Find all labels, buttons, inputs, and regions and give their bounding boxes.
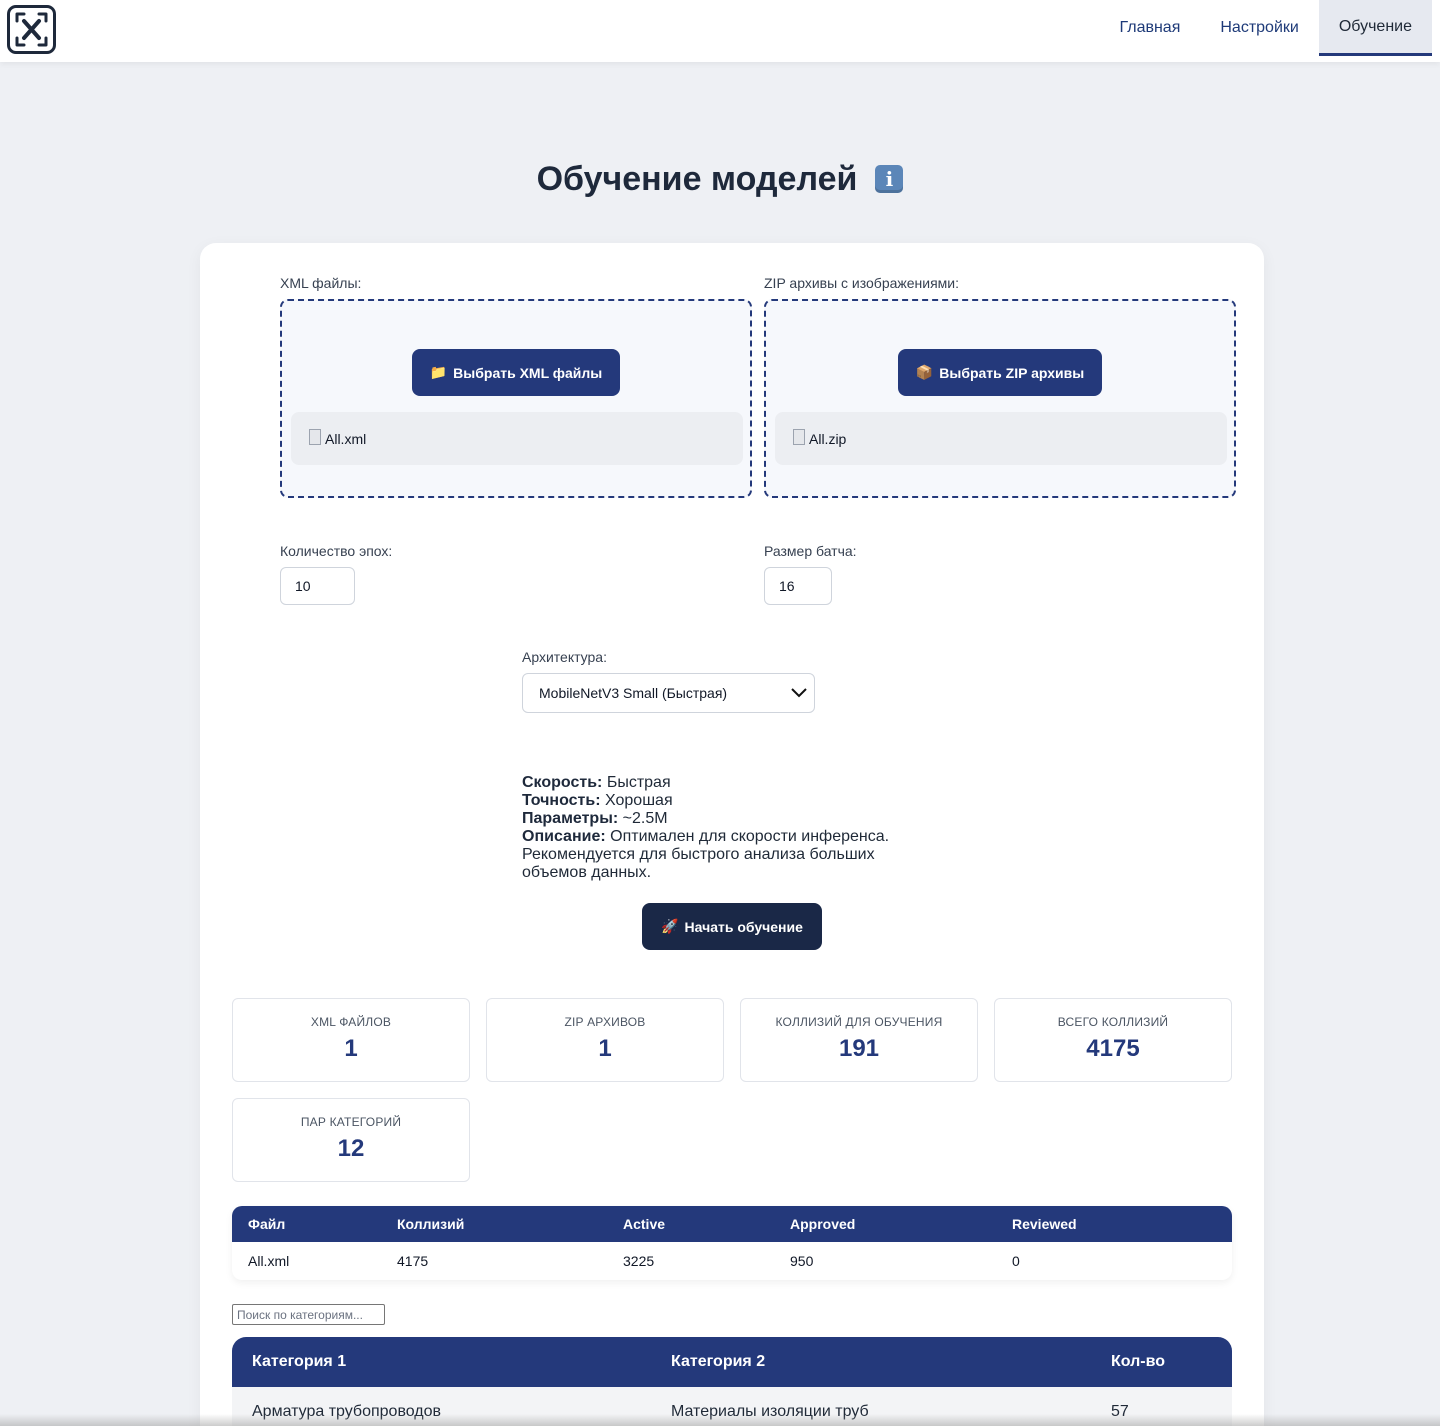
table-row: All.xml 4175 3225 950 0 xyxy=(232,1242,1232,1280)
choose-xml-button[interactable]: 📁 Выбрать XML файлы xyxy=(412,349,620,396)
column-header-file: Файл xyxy=(248,1216,286,1232)
stat-xml-files: XML ФАЙЛОВ 1 xyxy=(232,998,470,1082)
document-icon xyxy=(793,428,805,445)
nav-settings[interactable]: Настройки xyxy=(1200,0,1318,56)
stat-category-pairs: ПАР КАТЕГОРИЙ 12 xyxy=(232,1098,470,1182)
accuracy-value: Хорошая xyxy=(605,792,673,809)
speed-value: Быстрая xyxy=(606,774,671,791)
xml-file-item: All.xml xyxy=(291,412,743,465)
cell-approved: 950 xyxy=(790,1253,814,1269)
stat-label: ZIP АРХИВОВ xyxy=(564,1015,646,1029)
nav-training[interactable]: Обучение xyxy=(1318,0,1432,56)
file-table-header: Файл Коллизий Active Approved Reviewed xyxy=(232,1206,1232,1242)
xml-file-name: All.xml xyxy=(325,430,367,447)
xml-dropzone[interactable]: 📁 Выбрать XML файлы All.xml xyxy=(280,299,752,498)
batch-size-input[interactable]: 16 xyxy=(764,567,832,605)
cell-file: All.xml xyxy=(248,1253,290,1269)
chevron-down-icon xyxy=(791,688,807,698)
cell-collisions: 4175 xyxy=(397,1253,429,1269)
app-logo-icon[interactable] xyxy=(7,5,56,54)
start-training-label: Начать обучение xyxy=(684,918,803,935)
accuracy-label: Точность: xyxy=(522,792,601,809)
column-header-category-2[interactable]: Категория 2 xyxy=(671,1353,1111,1371)
params-line: Параметры: ~2.5M xyxy=(522,810,922,828)
stat-label: ПАР КАТЕГОРИЙ xyxy=(300,1115,402,1129)
description-line: Описание: Оптимален для скорости инферен… xyxy=(522,828,892,882)
stat-training-collisions: КОЛЛИЗИЙ ДЛЯ ОБУЧЕНИЯ 191 xyxy=(740,998,978,1082)
column-header-approved: Approved xyxy=(790,1216,856,1232)
stat-total-collisions: ВСЕГО КОЛЛИЗИЙ 4175 xyxy=(994,998,1232,1082)
architecture-selected-value: MobileNetV3 Small (Быстрая) xyxy=(539,685,728,701)
category-table: Категория 1 Категория 2 Кол-во Арматура … xyxy=(232,1337,1232,1426)
params-value: ~2.5M xyxy=(622,810,668,827)
stat-zip-archives: ZIP АРХИВОВ 1 xyxy=(486,998,724,1082)
info-icon[interactable]: i xyxy=(875,165,904,193)
cell-reviewed: 0 xyxy=(1012,1253,1020,1269)
top-bar: Главная Настройки Обучение xyxy=(0,0,1440,62)
accuracy-line: Точность: Хорошая xyxy=(522,792,922,810)
stat-label: КОЛЛИЗИЙ ДЛЯ ОБУЧЕНИЯ xyxy=(775,1015,943,1029)
zip-dropzone[interactable]: 📦 Выбрать ZIP архивы All.zip xyxy=(764,299,1236,498)
start-training-button[interactable]: 🚀 Начать обучение xyxy=(642,903,822,950)
nav-home[interactable]: Главная xyxy=(1099,0,1200,56)
epochs-input[interactable]: 10 xyxy=(280,567,355,605)
zip-file-item: All.zip xyxy=(775,412,1227,465)
nav-training-label: Обучение xyxy=(1338,17,1412,35)
xml-files-label: XML файлы: xyxy=(280,275,362,291)
column-header-category-1[interactable]: Категория 1 xyxy=(232,1353,671,1371)
stat-value: 12 xyxy=(337,1135,365,1162)
architecture-select[interactable]: MobileNetV3 Small (Быстрая) xyxy=(522,673,815,713)
nav-home-label: Главная xyxy=(1119,19,1181,36)
choose-zip-button-label: Выбрать ZIP архивы xyxy=(939,364,1085,381)
choose-zip-button[interactable]: 📦 Выбрать ZIP архивы xyxy=(898,349,1102,396)
stat-value: 191 xyxy=(838,1035,880,1062)
batch-size-label: Размер батча: xyxy=(764,543,857,559)
page-title: Обучение моделей i xyxy=(0,160,1440,199)
column-header-reviewed: Reviewed xyxy=(1012,1216,1077,1232)
architecture-info: Скорость: Быстрая Точность: Хорошая Пара… xyxy=(522,774,922,882)
zip-archives-label: ZIP архивы с изображениями: xyxy=(764,275,960,291)
params-label: Параметры: xyxy=(522,810,619,827)
speed-label: Скорость: xyxy=(522,774,603,791)
stat-value: 1 xyxy=(344,1035,358,1062)
nav-settings-label: Настройки xyxy=(1220,19,1299,36)
column-header-active: Active xyxy=(623,1216,666,1232)
package-icon: 📦 xyxy=(915,364,934,380)
column-header-collisions: Коллизий xyxy=(397,1216,465,1232)
training-card: XML файлы: 📁 Выбрать XML файлы All.xml Z… xyxy=(200,243,1264,1426)
choose-xml-button-label: Выбрать XML файлы xyxy=(453,364,603,381)
stat-value: 1 xyxy=(598,1035,612,1062)
file-table: Файл Коллизий Active Approved Reviewed A… xyxy=(232,1206,1232,1280)
stat-value: 4175 xyxy=(1086,1035,1140,1062)
scroll-shadow xyxy=(0,1414,1440,1426)
document-icon xyxy=(309,428,321,445)
category-search-input[interactable]: Поиск по категориям... xyxy=(232,1304,385,1325)
stat-label: XML ФАЙЛОВ xyxy=(310,1015,392,1029)
page-title-text: Обучение моделей xyxy=(536,160,858,198)
main-nav: Главная Настройки Обучение xyxy=(1099,0,1440,56)
rocket-icon: 🚀 xyxy=(661,918,679,934)
description-label: Описание: xyxy=(522,828,606,845)
folder-icon: 📁 xyxy=(429,364,448,380)
zip-file-name: All.zip xyxy=(809,430,847,447)
cell-active: 3225 xyxy=(623,1253,655,1269)
column-header-count[interactable]: Кол-во xyxy=(1111,1353,1232,1371)
category-table-header: Категория 1 Категория 2 Кол-во xyxy=(232,1337,1232,1387)
architecture-label: Архитектура: xyxy=(522,649,607,665)
epochs-label: Количество эпох: xyxy=(280,543,393,559)
stat-label: ВСЕГО КОЛЛИЗИЙ xyxy=(1057,1015,1169,1029)
speed-line: Скорость: Быстрая xyxy=(522,774,922,792)
